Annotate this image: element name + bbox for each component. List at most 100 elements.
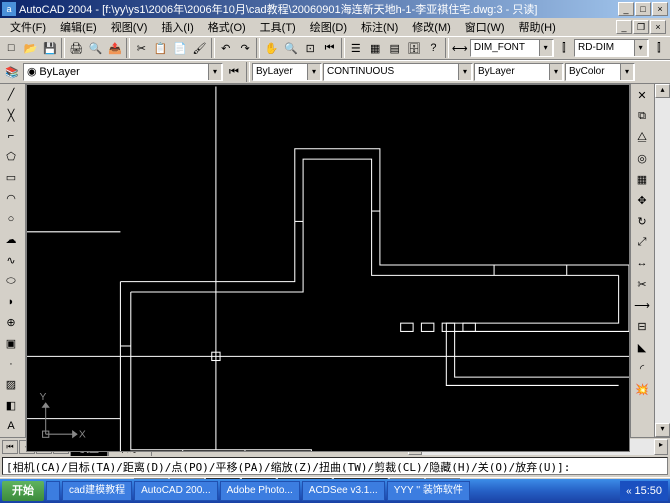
dim-icon[interactable]: ⟷ bbox=[451, 38, 469, 58]
taskbar-item[interactable] bbox=[46, 481, 60, 501]
revcloud-icon[interactable]: ☁ bbox=[1, 230, 21, 250]
insert-icon[interactable]: ⊕ bbox=[1, 313, 21, 333]
extend-icon[interactable]: ⟶ bbox=[632, 295, 652, 315]
new-icon[interactable]: □ bbox=[2, 38, 20, 58]
dc-icon[interactable]: ▦ bbox=[366, 38, 384, 58]
linetype-combo[interactable]: CONTINUOUS bbox=[323, 63, 473, 81]
scroll-right-button[interactable]: ▸ bbox=[654, 439, 668, 455]
redo-icon[interactable]: ↷ bbox=[236, 38, 254, 58]
arc-icon[interactable]: ◠ bbox=[1, 189, 21, 209]
menu-format[interactable]: 格式(O) bbox=[202, 18, 252, 36]
print-icon[interactable]: 🖨 bbox=[67, 38, 85, 58]
paste-icon[interactable]: 📄 bbox=[171, 38, 189, 58]
match-icon[interactable]: 🖌 bbox=[190, 38, 208, 58]
erase-icon[interactable]: ✕ bbox=[632, 85, 652, 105]
pan-icon[interactable]: ✋ bbox=[262, 38, 280, 58]
taskbar-item[interactable]: cad建模教程 bbox=[62, 481, 132, 501]
cut-icon[interactable]: ✂ bbox=[132, 38, 150, 58]
circle-icon[interactable]: ○ bbox=[1, 209, 21, 229]
model-viewport[interactable]: X Y bbox=[26, 84, 630, 452]
doc-restore-button[interactable]: ❐ bbox=[633, 20, 649, 34]
taskbar-item[interactable]: ACDSee v3.1... bbox=[302, 481, 385, 501]
undo-icon[interactable]: ↶ bbox=[217, 38, 235, 58]
rect-icon[interactable]: ▭ bbox=[1, 168, 21, 188]
props-icon[interactable]: ☰ bbox=[347, 38, 365, 58]
help-icon[interactable]: ? bbox=[424, 38, 442, 58]
layer-mgr-icon[interactable]: 📚 bbox=[2, 62, 22, 82]
fillet-icon[interactable]: ◜ bbox=[632, 358, 652, 378]
windows-taskbar: 开始 cad建模教程 AutoCAD 200... Adobe Photo...… bbox=[0, 479, 670, 503]
chamfer-icon[interactable]: ◣ bbox=[632, 337, 652, 357]
minimize-button[interactable]: _ bbox=[618, 2, 634, 16]
doc-minimize-button[interactable]: _ bbox=[616, 20, 632, 34]
dbconnect-icon[interactable]: 🗄 bbox=[405, 38, 423, 58]
array-icon[interactable]: ▦ bbox=[632, 169, 652, 189]
taskbar-item[interactable]: YYY '' 装饰软件 bbox=[387, 481, 470, 501]
save-icon[interactable]: 💾 bbox=[41, 38, 59, 58]
taskbar-item[interactable]: AutoCAD 200... bbox=[134, 481, 217, 501]
vertical-scrollbar[interactable]: ▴ ▾ bbox=[654, 84, 670, 437]
menu-insert[interactable]: 插入(I) bbox=[155, 18, 199, 36]
dimstyle-combo[interactable]: DIM_FONT bbox=[470, 39, 554, 57]
region-icon[interactable]: ◧ bbox=[1, 396, 21, 416]
menu-edit[interactable]: 编辑(E) bbox=[54, 18, 103, 36]
tab-first-button[interactable]: ⏮ bbox=[2, 440, 18, 454]
start-button[interactable]: 开始 bbox=[2, 481, 44, 501]
move-icon[interactable]: ✥ bbox=[632, 190, 652, 210]
xline-icon[interactable]: ╳ bbox=[1, 106, 21, 126]
taskbar-item[interactable]: Adobe Photo... bbox=[220, 481, 300, 501]
mirror-icon[interactable]: ⧋ bbox=[632, 127, 652, 147]
stretch-icon[interactable]: ↔ bbox=[632, 253, 652, 273]
copy-icon[interactable]: 📋 bbox=[152, 38, 170, 58]
menu-draw[interactable]: 绘图(D) bbox=[304, 18, 353, 36]
maximize-button[interactable]: □ bbox=[635, 2, 651, 16]
layer-combo[interactable]: ◉ ByLayer bbox=[23, 63, 223, 81]
command-line[interactable]: [相机(CA)/目标(TA)/距离(D)/点(PO)/平移(PA)/缩放(Z)/… bbox=[2, 457, 668, 475]
zoom-window-icon[interactable]: ⊡ bbox=[301, 38, 319, 58]
block-icon[interactable]: ▣ bbox=[1, 333, 21, 353]
trim-icon[interactable]: ✂ bbox=[632, 274, 652, 294]
spline-icon[interactable]: ∿ bbox=[1, 251, 21, 271]
lineweight-combo[interactable]: ByLayer bbox=[474, 63, 564, 81]
scroll-down-button[interactable]: ▾ bbox=[655, 423, 670, 437]
line-icon[interactable]: ╱ bbox=[1, 85, 21, 105]
text-icon[interactable]: A bbox=[1, 416, 21, 436]
plotstyle-combo[interactable]: ByColor bbox=[565, 63, 635, 81]
menu-tools[interactable]: 工具(T) bbox=[254, 18, 302, 36]
copy2-icon[interactable]: ⧉ bbox=[632, 106, 652, 126]
layer-prev-icon[interactable]: ⏮ bbox=[224, 62, 244, 82]
dim3-icon[interactable]: ⫿ bbox=[650, 38, 668, 58]
scroll-up-button[interactable]: ▴ bbox=[655, 84, 670, 98]
scale-icon[interactable]: ⤢ bbox=[632, 232, 652, 252]
polygon-icon[interactable]: ⬠ bbox=[1, 147, 21, 167]
menu-window[interactable]: 窗口(W) bbox=[459, 18, 511, 36]
close-button[interactable]: × bbox=[652, 2, 668, 16]
system-tray[interactable]: « 15:50 bbox=[620, 481, 668, 501]
offset-icon[interactable]: ◎ bbox=[632, 148, 652, 168]
toolpal-icon[interactable]: ▤ bbox=[385, 38, 403, 58]
zoom-prev-icon[interactable]: ⏮ bbox=[320, 38, 338, 58]
preview-icon[interactable]: 🔍 bbox=[86, 38, 104, 58]
viewport-container: X Y bbox=[26, 84, 630, 437]
menu-modify[interactable]: 修改(M) bbox=[406, 18, 457, 36]
explode-icon[interactable]: 💥 bbox=[632, 379, 652, 399]
open-icon[interactable]: 📂 bbox=[21, 38, 39, 58]
menu-dimension[interactable]: 标注(N) bbox=[355, 18, 404, 36]
dimtype-combo[interactable]: RD-DIM bbox=[574, 39, 649, 57]
menu-view[interactable]: 视图(V) bbox=[105, 18, 154, 36]
hatch-icon[interactable]: ▨ bbox=[1, 375, 21, 395]
point-icon[interactable]: · bbox=[1, 354, 21, 374]
break-icon[interactable]: ⊟ bbox=[632, 316, 652, 336]
menu-file[interactable]: 文件(F) bbox=[4, 18, 52, 36]
publish-icon[interactable]: 📤 bbox=[106, 38, 124, 58]
menu-help[interactable]: 帮助(H) bbox=[513, 18, 562, 36]
dim2-icon[interactable]: ⫿ bbox=[555, 38, 573, 58]
ellipse-icon[interactable]: ⬭ bbox=[1, 271, 21, 291]
color-combo[interactable]: ByLayer bbox=[252, 63, 322, 81]
pline-icon[interactable]: ⌐ bbox=[1, 126, 21, 146]
rotate-icon[interactable]: ↻ bbox=[632, 211, 652, 231]
modify-toolbar: ✕ ⧉ ⧋ ◎ ▦ ✥ ↻ ⤢ ↔ ✂ ⟶ ⊟ ◣ ◜ 💥 bbox=[630, 84, 654, 437]
ellipse-arc-icon[interactable]: ◗ bbox=[1, 292, 21, 312]
zoom-rt-icon[interactable]: 🔍 bbox=[282, 38, 300, 58]
doc-close-button[interactable]: × bbox=[650, 20, 666, 34]
